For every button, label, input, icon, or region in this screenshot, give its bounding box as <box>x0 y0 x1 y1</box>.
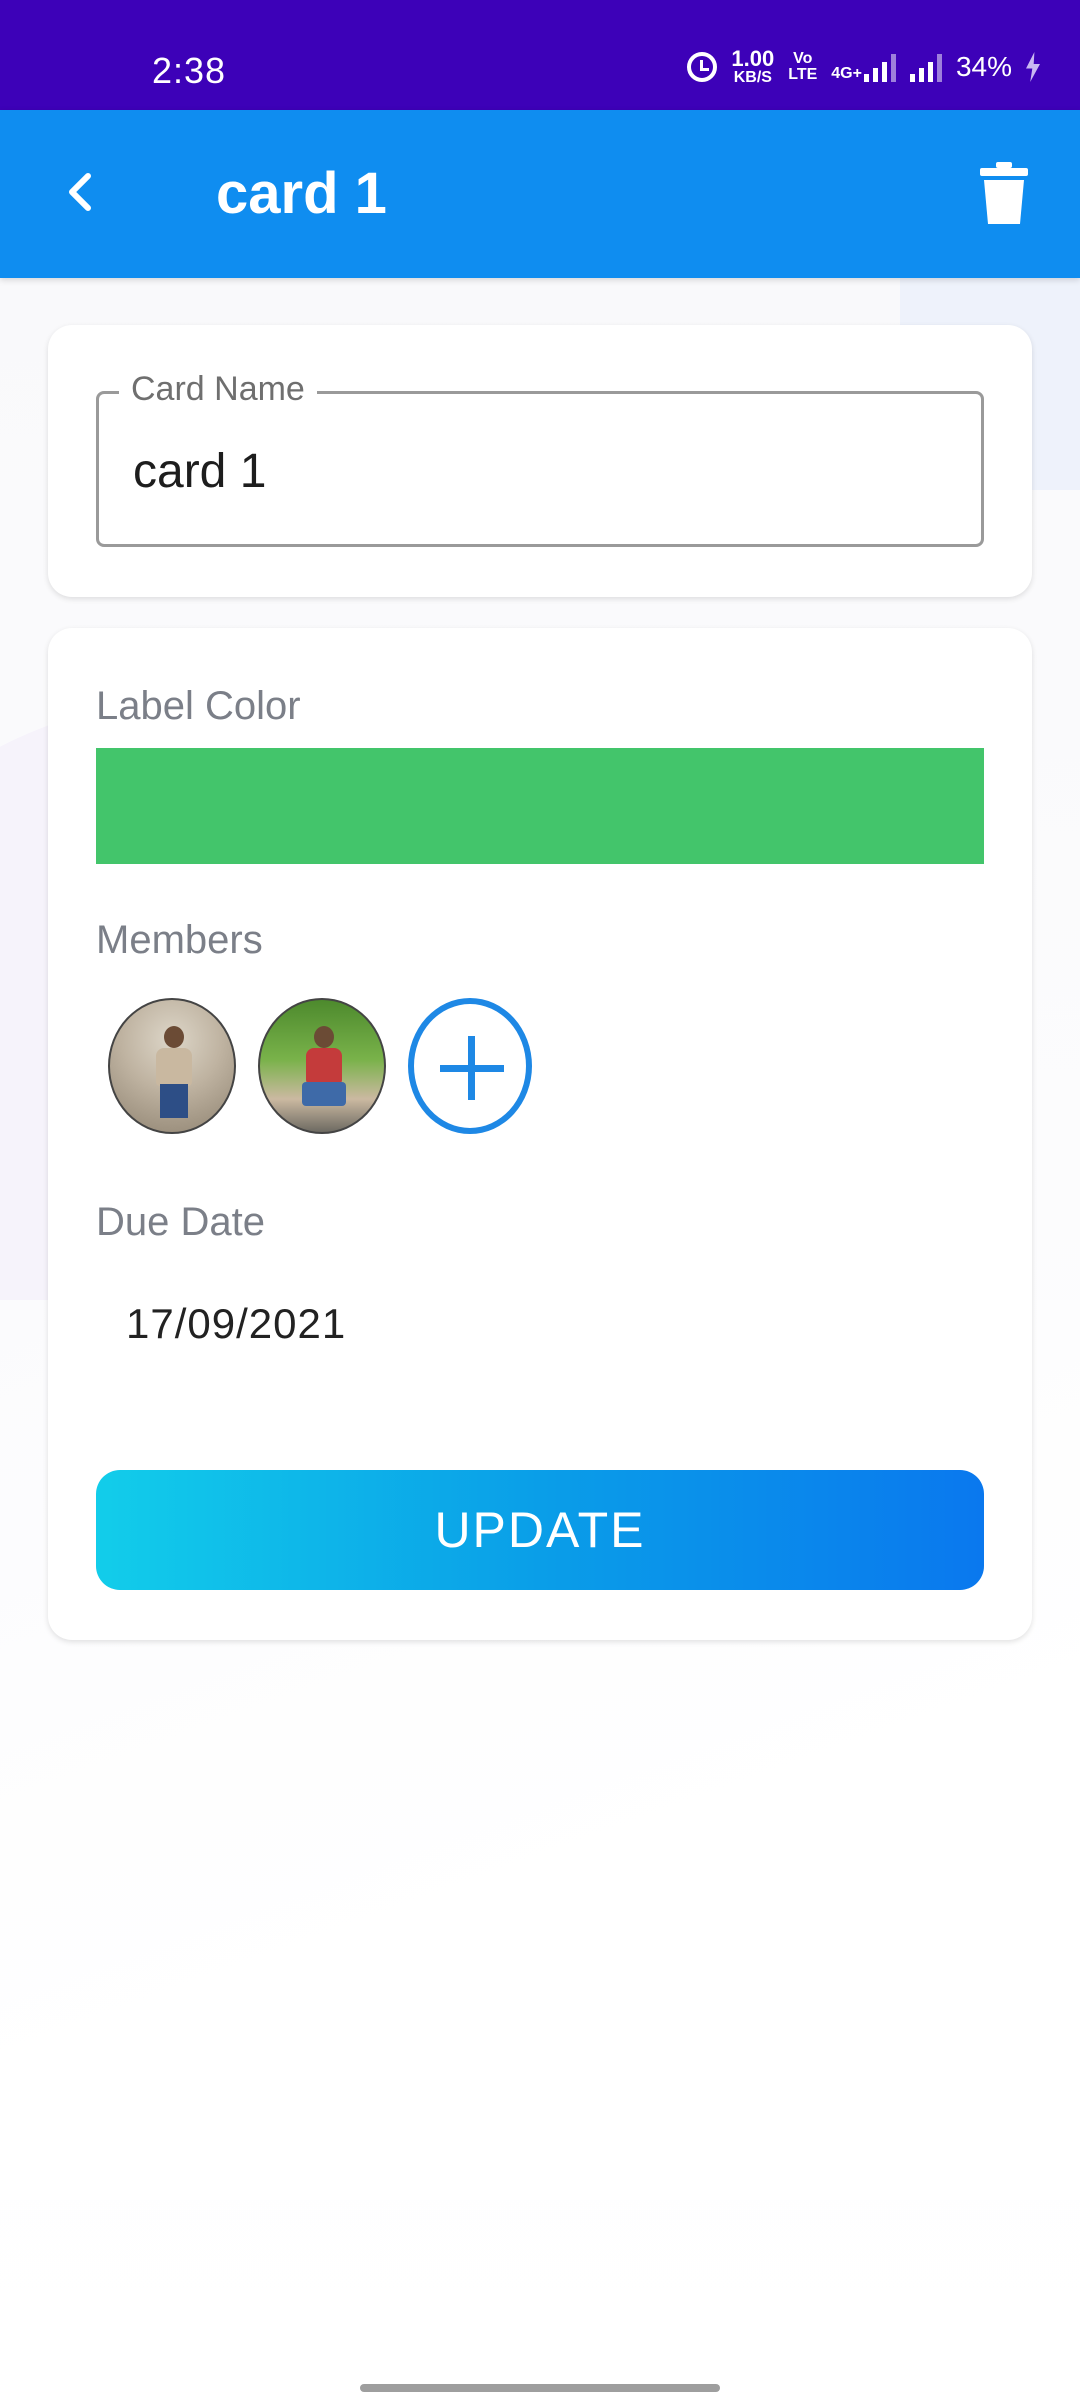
label-color-swatch[interactable] <box>96 748 984 864</box>
members-list <box>108 998 532 1134</box>
card-name-input[interactable] <box>133 444 933 499</box>
alarm-icon <box>687 52 718 82</box>
card-name-section: Card Name <box>48 325 1032 597</box>
update-button[interactable]: UPDATE <box>96 1470 984 1590</box>
signal-bars-icon <box>909 52 942 82</box>
status-time: 2:38 <box>152 50 227 91</box>
signal-bars-icon <box>863 52 896 82</box>
network-type: 4G+ <box>831 65 862 82</box>
card-name-label: Card Name <box>119 370 317 409</box>
app-bar: card 1 <box>0 110 1080 278</box>
card-name-field[interactable]: Card Name <box>96 370 984 547</box>
avatar[interactable] <box>258 998 386 1134</box>
home-indicator[interactable] <box>360 2384 720 2392</box>
volte-indicator: Vo LTE <box>788 51 817 83</box>
signal-4g: 4G+ <box>831 52 896 82</box>
status-bar: 2:38 1.00 KB/S Vo LTE 4G+ 34% <box>0 0 1080 110</box>
card-details-section: Label Color Members Due Date 17/09/2021 … <box>48 628 1032 1640</box>
battery-level: 34% <box>955 51 1012 82</box>
members-title: Members <box>96 918 263 962</box>
status-icons: 1.00 KB/S Vo LTE 4G+ 34% <box>687 48 1040 86</box>
volte-top: Vo <box>793 50 813 67</box>
charging-icon <box>1026 52 1040 82</box>
due-date-title: Due Date <box>96 1200 265 1244</box>
avatar[interactable] <box>108 998 236 1134</box>
add-member-button[interactable] <box>408 998 532 1134</box>
page-title: card 1 <box>216 161 387 226</box>
chevron-left-icon[interactable] <box>58 168 106 216</box>
net-speed: 1.00 KB/S <box>731 48 774 86</box>
net-speed-unit: KB/S <box>733 69 772 86</box>
plus-icon-vertical <box>468 1036 475 1100</box>
volte-bottom: LTE <box>788 66 818 83</box>
label-color-title: Label Color <box>96 684 301 728</box>
trash-icon[interactable] <box>980 162 1028 224</box>
due-date-value[interactable]: 17/09/2021 <box>126 1300 346 1348</box>
net-speed-value: 1.00 <box>731 46 775 71</box>
